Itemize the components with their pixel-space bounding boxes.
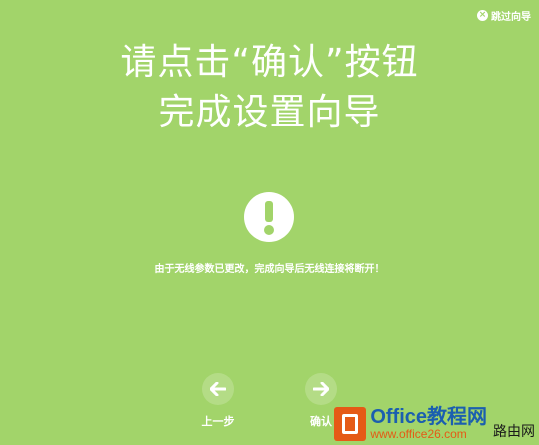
title-line-2: 完成设置向导	[158, 92, 381, 133]
skip-wizard-label: 跳过向导	[491, 12, 531, 23]
watermark-side: 路由网	[493, 423, 535, 439]
close-icon: ×	[477, 10, 488, 21]
watermark: Office教程网 www.office26.com 路由网	[334, 407, 535, 441]
watermark-brand: Office教程网	[370, 406, 487, 428]
previous-label: 上一步	[201, 415, 235, 428]
exclamation-icon	[244, 192, 294, 242]
skip-wizard-link[interactable]: × 跳过向导	[477, 8, 531, 23]
warning-text: 由于无线参数已更改，完成向导后无线连接将断开！	[154, 264, 385, 275]
previous-button[interactable]: 上一步	[188, 373, 248, 429]
office-logo-icon	[334, 407, 367, 441]
title-line-1: 请点击“确认”按钮	[120, 42, 419, 83]
page-title: 请点击“确认”按钮 完成设置向导	[0, 38, 539, 138]
watermark-url: www.office26.com	[370, 427, 467, 441]
arrow-left-icon	[202, 373, 234, 405]
arrow-right-icon	[305, 373, 337, 405]
